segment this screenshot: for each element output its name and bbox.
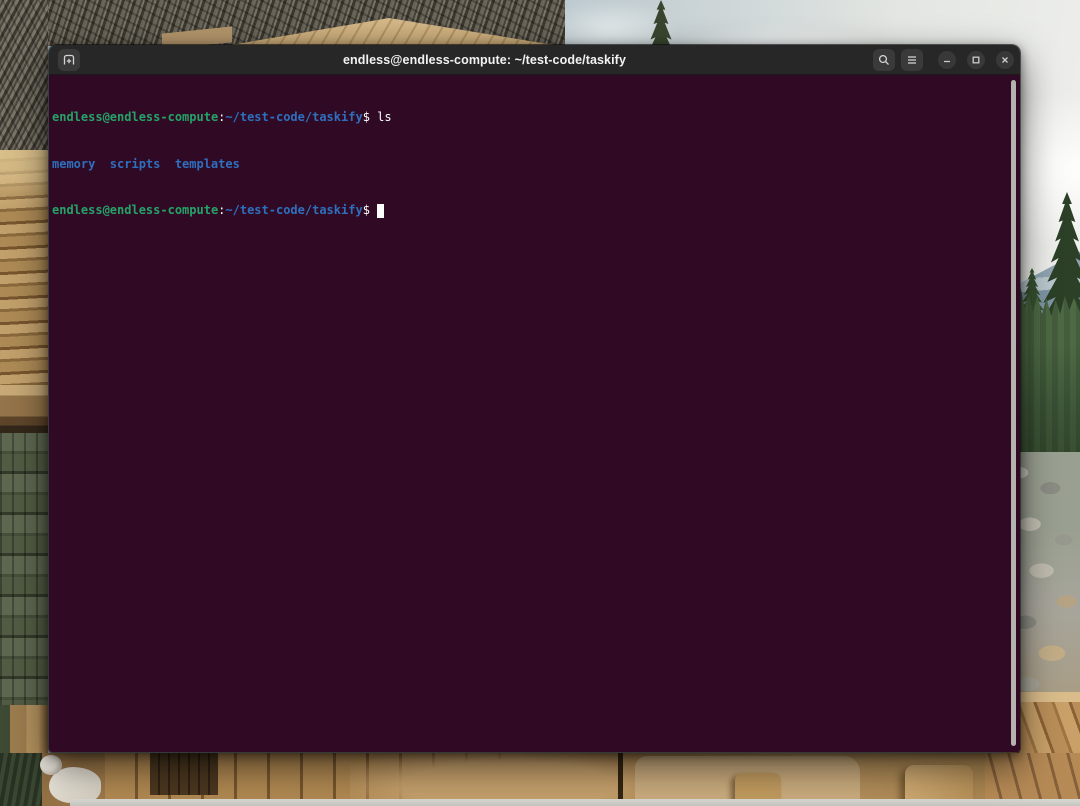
prompt-symbol: $ (363, 203, 370, 217)
directory-name: scripts (110, 157, 161, 171)
minimize-icon (941, 54, 953, 66)
wallpaper-doorway (150, 753, 218, 795)
close-button[interactable] (996, 51, 1014, 69)
bird-head (40, 755, 62, 775)
prompt-path: ~/test-code/taskify (225, 110, 362, 124)
prompt-path: ~/test-code/taskify (225, 203, 362, 217)
new-tab-icon (62, 53, 76, 67)
terminal-content[interactable]: endless@endless-compute:~/test-code/task… (49, 75, 1020, 752)
terminal-line: memory scripts templates (52, 157, 1004, 173)
maximize-button[interactable] (967, 51, 985, 69)
titlebar-controls (873, 45, 1014, 75)
terminal-scrollbar[interactable] (1011, 80, 1016, 746)
wallpaper-floor-edge (70, 799, 1080, 806)
prompt-user: endless@endless-compute (52, 203, 218, 217)
search-button[interactable] (873, 49, 895, 71)
wallpaper-log-beam (0, 385, 48, 433)
typed-command: ls (377, 110, 391, 124)
window-title: endless@endless-compute: ~/test-code/tas… (169, 45, 800, 75)
minimize-button[interactable] (938, 51, 956, 69)
directory-name: memory (52, 157, 95, 171)
terminal-cursor (377, 204, 384, 218)
hamburger-menu-icon (905, 53, 919, 67)
new-tab-button[interactable] (58, 49, 80, 71)
wallpaper-bottom-woodwork (0, 753, 1080, 806)
wallpaper-white-bird-carving (40, 755, 106, 805)
prompt-symbol: $ (363, 110, 370, 124)
search-icon (877, 53, 891, 67)
wallpaper-mossy-shingles (0, 433, 48, 707)
wallpaper-branch-pile (0, 0, 48, 168)
directory-name: templates (175, 157, 240, 171)
close-icon (999, 54, 1011, 66)
terminal-window: endless@endless-compute: ~/test-code/tas… (48, 44, 1021, 753)
terminal-line: endless@endless-compute:~/test-code/task… (52, 110, 1004, 126)
wallpaper-foliage (0, 753, 42, 806)
titlebar[interactable]: endless@endless-compute: ~/test-code/tas… (49, 45, 1020, 75)
prompt-user: endless@endless-compute (52, 110, 218, 124)
terminal-line: endless@endless-compute:~/test-code/task… (52, 203, 1004, 219)
wallpaper-wood-shingles (0, 150, 48, 388)
menu-button[interactable] (901, 49, 923, 71)
maximize-icon (970, 54, 982, 66)
